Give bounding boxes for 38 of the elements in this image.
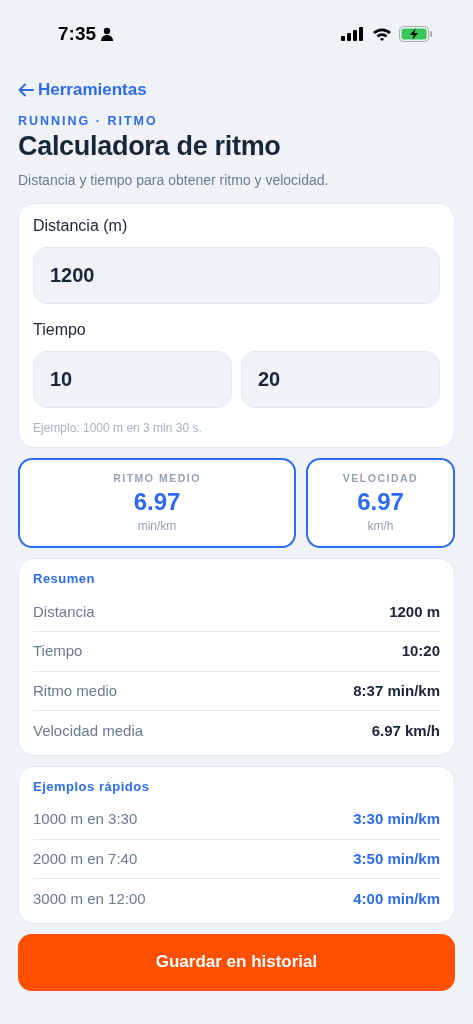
row-value: 1200 m [389, 601, 440, 622]
row-value: 4:00 min/km [353, 888, 440, 909]
eyebrow-label: RUNNING · RITMO [18, 112, 159, 130]
page-title: Calculadora de ritmo [18, 130, 282, 164]
person-icon [100, 27, 115, 41]
seconds-field[interactable]: 20 [241, 351, 440, 408]
row-value: 6.97 km/h [371, 720, 440, 741]
field-label: Distancia (m) [33, 216, 129, 236]
row-label: 1000 m en 3:30 [33, 809, 138, 829]
signal-icon [341, 27, 365, 41]
minutes-field[interactable]: 10 [33, 351, 232, 408]
wifi-icon [372, 27, 392, 41]
row-label: 2000 m en 7:40 [33, 848, 138, 869]
battery-charging-icon [399, 26, 433, 42]
back-link[interactable]: Herramientas [18, 77, 455, 103]
metric-label: RITMO MEDIO [113, 471, 201, 487]
arrow-left-icon [18, 82, 34, 97]
field-label: Tiempo [33, 320, 87, 340]
row-value: 3:50 min/km [353, 848, 440, 869]
row-value: 8:37 min/km [353, 680, 440, 701]
row-label: 3000 m en 12:00 [33, 888, 146, 909]
metric-value: 6.97 [133, 486, 181, 517]
row-value: 10:20 [401, 641, 440, 661]
metric-unit: min/km [137, 517, 177, 535]
metric-label: VELOCIDAD [342, 471, 419, 487]
row-label: Distancia [33, 601, 95, 622]
distance-field[interactable]: 1200 [33, 247, 440, 304]
row-label: Velocidad media [33, 720, 144, 741]
hint-text: Ejemplo: 1000 m en 3 min 30 s. [33, 420, 203, 437]
row-value: 3:30 min/km [353, 809, 440, 829]
row-label: Ritmo medio [33, 680, 118, 701]
section-title: Ejemplos rápidos [33, 777, 151, 796]
page-subtitle: Distancia y tiempo para obtener ritmo y velocidad. [18, 171, 330, 190]
metric-value: 6.97 [357, 486, 404, 517]
metric-unit: km/h [367, 517, 394, 535]
section-title: Resumen [33, 570, 97, 588]
status-time: 7:35 [58, 21, 97, 46]
row-label: Tiempo [33, 641, 83, 661]
